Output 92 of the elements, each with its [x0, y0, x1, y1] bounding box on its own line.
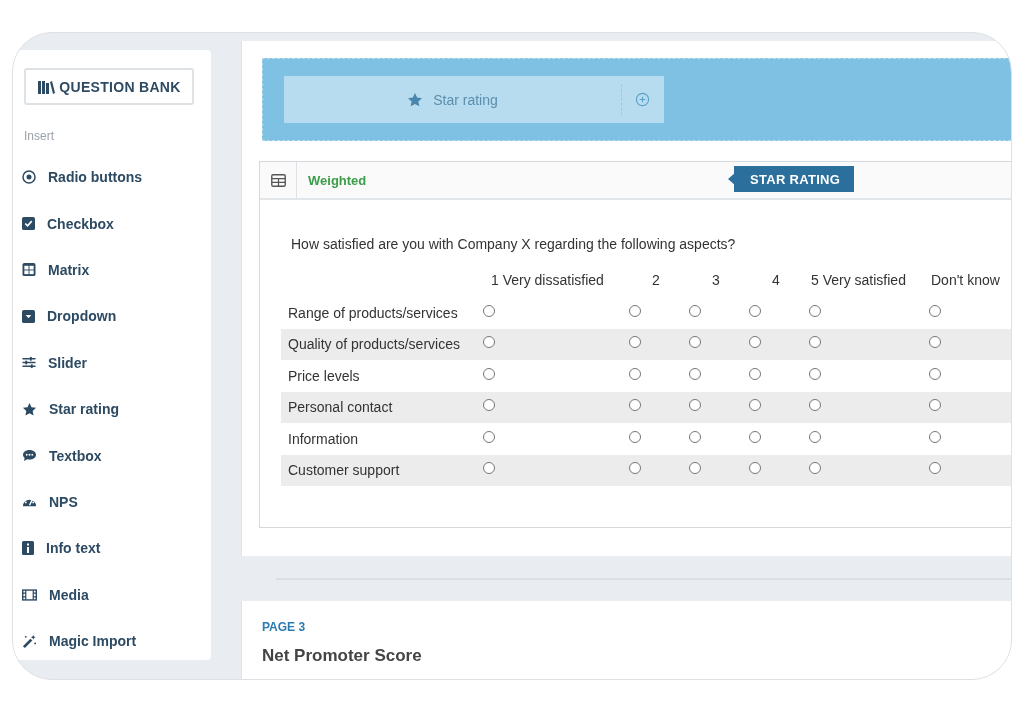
radio-button[interactable]	[629, 430, 641, 443]
radio-button[interactable]	[809, 430, 821, 443]
insert-item[interactable]: Info text	[13, 525, 211, 572]
insert-item[interactable]: Checkbox	[13, 200, 211, 247]
radio-button[interactable]	[749, 336, 761, 349]
insert-item-label: Magic Import	[49, 633, 137, 650]
radio-button[interactable]	[929, 399, 941, 412]
radio-button[interactable]	[749, 367, 761, 380]
insert-item-label: Star rating	[49, 401, 119, 418]
table-icon	[22, 263, 36, 277]
insert-item-label: Slider	[48, 354, 87, 371]
chip-label: Star rating	[433, 91, 498, 108]
column-header: 4	[771, 272, 781, 288]
magic-wand-icon	[22, 633, 37, 649]
add-icon[interactable]	[635, 92, 650, 107]
radio-button[interactable]	[749, 430, 761, 443]
page-title: Net Promoter Score	[262, 646, 423, 666]
info-icon	[22, 541, 34, 556]
insert-item-label: Matrix	[48, 261, 90, 278]
dropdown-icon	[22, 309, 35, 323]
radio-button[interactable]	[629, 399, 641, 412]
radio-button[interactable]	[749, 304, 761, 317]
insert-item[interactable]: Matrix	[13, 246, 211, 294]
radio-button[interactable]	[689, 304, 701, 317]
insert-item[interactable]: Dropdown	[13, 293, 211, 340]
radio-button[interactable]	[629, 367, 641, 380]
radio-button[interactable]	[689, 430, 701, 443]
radio-button[interactable]	[483, 399, 495, 412]
radio-button[interactable]	[629, 462, 641, 475]
insert-item[interactable]: Star rating	[13, 385, 211, 433]
page-label: PAGE 3	[262, 620, 307, 634]
column-header: 5 Very satisfied	[810, 272, 907, 288]
radio-button[interactable]	[809, 462, 821, 475]
radio-button[interactable]	[689, 462, 701, 475]
radio-button[interactable]	[689, 336, 701, 349]
radio-button[interactable]	[689, 399, 701, 412]
radio-button[interactable]	[629, 304, 641, 317]
sliders-icon	[22, 356, 36, 370]
row-label: Information	[287, 430, 360, 447]
column-header: 2	[651, 272, 661, 288]
question-text: How satisfied are you with Company X regarding the following aspects?	[291, 236, 737, 252]
section-label: Insert	[24, 129, 55, 143]
radio-button[interactable]	[483, 367, 495, 380]
insert-item[interactable]: Radio buttons	[13, 154, 211, 201]
books-icon	[37, 78, 56, 95]
radio-button[interactable]	[929, 430, 941, 443]
star-icon	[22, 401, 37, 417]
column-header: 3	[711, 272, 721, 288]
radio-button[interactable]	[749, 399, 761, 412]
radio-icon	[22, 170, 36, 185]
row-label: Customer support	[287, 462, 401, 479]
radio-button[interactable]	[809, 304, 821, 317]
insert-item-label: NPS	[49, 493, 78, 510]
question-bank-button[interactable]: QUESTION BANK	[24, 68, 194, 105]
radio-button[interactable]	[809, 336, 821, 349]
star-icon	[407, 91, 424, 108]
insert-item[interactable]: Magic Import	[13, 617, 211, 665]
row-label: Personal contact	[287, 399, 394, 416]
insert-item-label: Checkbox	[47, 215, 114, 232]
radio-button[interactable]	[929, 462, 941, 475]
insert-item-label: Info text	[46, 540, 101, 557]
insert-item-label: Textbox	[49, 447, 102, 464]
radio-button[interactable]	[483, 430, 495, 443]
row-label: Range of products/services	[287, 304, 459, 321]
radio-button[interactable]	[629, 336, 641, 349]
insert-item[interactable]: Slider	[13, 339, 211, 386]
speech-bubble-icon	[22, 449, 37, 463]
insert-item-label: Media	[49, 586, 89, 603]
column-header: Don't know	[930, 272, 1001, 288]
radio-button[interactable]	[929, 367, 941, 380]
insert-item-label: Dropdown	[47, 308, 117, 325]
insert-item[interactable]: NPS	[13, 478, 211, 526]
radio-button[interactable]	[483, 304, 495, 317]
radio-button[interactable]	[929, 336, 941, 349]
question-type-tag: STAR RATING	[728, 166, 855, 192]
film-icon	[22, 588, 37, 601]
radio-button[interactable]	[929, 304, 941, 317]
row-label: Price levels	[287, 367, 361, 384]
radio-button[interactable]	[483, 336, 495, 349]
checkbox-icon	[22, 217, 35, 231]
radio-button[interactable]	[809, 367, 821, 380]
insert-item[interactable]: Textbox	[13, 432, 211, 479]
weighted-label: Weighted	[308, 172, 367, 188]
column-header: 1 Very dissatisfied	[490, 272, 605, 288]
radio-button[interactable]	[749, 462, 761, 475]
insert-item[interactable]: Media	[13, 571, 211, 618]
radio-button[interactable]	[809, 399, 821, 412]
row-label: Quality of products/services	[287, 336, 461, 353]
radio-button[interactable]	[483, 462, 495, 475]
insert-item-label: Radio buttons	[48, 169, 143, 186]
table-icon[interactable]	[270, 173, 286, 187]
radio-button[interactable]	[689, 367, 701, 380]
